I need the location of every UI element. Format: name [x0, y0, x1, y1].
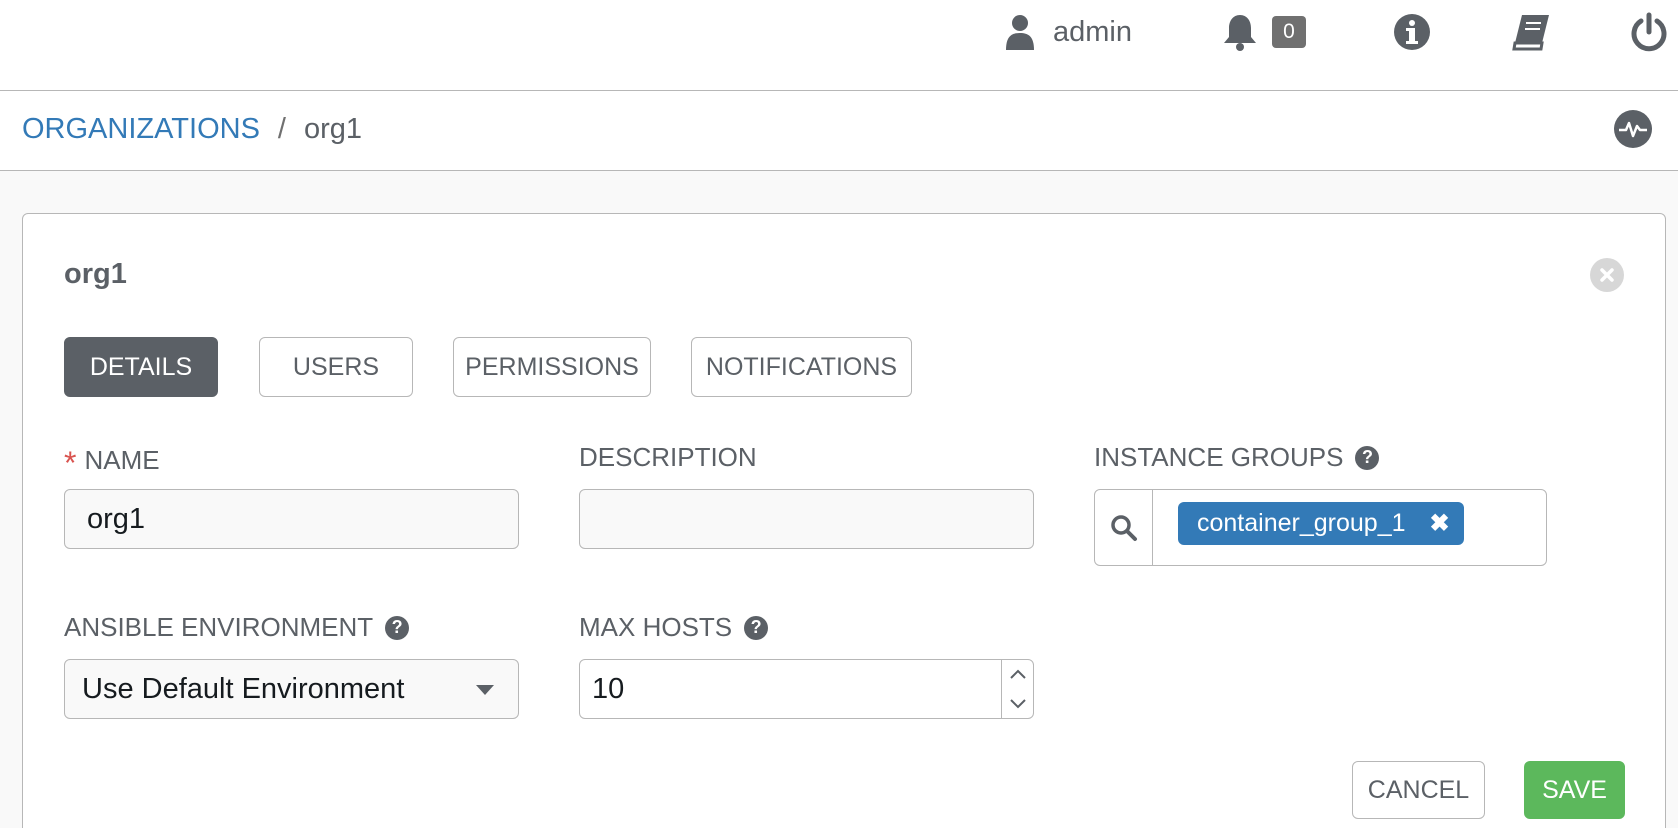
instance-groups-search-button[interactable] [1095, 490, 1153, 565]
breadcrumb-separator: / [277, 113, 286, 145]
max-hosts-help-icon[interactable]: ? [744, 615, 769, 640]
tab-users[interactable]: USERS [259, 337, 413, 397]
user-name: admin [1053, 15, 1132, 48]
ansible-environment-help-icon[interactable]: ? [385, 615, 410, 640]
ansible-environment-select[interactable]: Use Default Environment [64, 659, 519, 719]
panel-title: org1 [64, 258, 127, 290]
chevron-up-icon [1010, 669, 1026, 679]
power-icon [1631, 12, 1667, 52]
breadcrumb: ORGANIZATIONS / org1 [22, 113, 362, 146]
top-navbar: admin 0 [0, 0, 1678, 91]
activity-pulse-icon [1619, 121, 1647, 138]
remove-tag-icon[interactable]: ✖ [1430, 509, 1450, 538]
ansible-environment-value: Use Default Environment [82, 672, 405, 705]
tab-details[interactable]: DETAILS [64, 337, 218, 397]
user-menu[interactable]: admin [1005, 12, 1132, 52]
about-button[interactable] [1393, 12, 1431, 52]
chevron-down-icon [1010, 699, 1026, 709]
organization-form-panel: org1 DETAILS USERS PERMISSIONS NOTIFICAT… [22, 213, 1666, 828]
tab-permissions[interactable]: PERMISSIONS [453, 337, 651, 397]
breadcrumb-bar: ORGANIZATIONS / org1 [0, 91, 1678, 171]
name-label: * NAME [64, 442, 160, 481]
info-icon [1394, 14, 1430, 50]
ansible-environment-label: ANSIBLE ENVIRONMENT ? [64, 612, 410, 643]
description-field[interactable] [579, 489, 1034, 549]
save-button[interactable]: SAVE [1524, 761, 1625, 819]
notifications-button[interactable]: 0 [1220, 12, 1306, 52]
logout-button[interactable] [1630, 12, 1668, 52]
max-hosts-value: 10 [592, 672, 625, 705]
documentation-button[interactable] [1510, 12, 1552, 52]
instance-group-tag-label: container_group_1 [1197, 509, 1406, 537]
instance-groups-help-icon[interactable]: ? [1355, 445, 1380, 470]
max-hosts-field[interactable]: 10 [579, 659, 1034, 719]
search-icon [1110, 514, 1137, 541]
caret-down-icon [476, 685, 494, 695]
max-hosts-label-text: MAX HOSTS [579, 612, 733, 642]
description-label: DESCRIPTION [579, 442, 757, 473]
cancel-button[interactable]: CANCEL [1352, 761, 1485, 819]
name-field[interactable]: org1 [64, 489, 519, 549]
close-panel-button[interactable] [1590, 258, 1624, 292]
book-icon [1512, 15, 1549, 51]
close-icon [1600, 268, 1614, 282]
instance-groups-label: INSTANCE GROUPS ? [1094, 442, 1380, 473]
instance-groups-lookup: container_group_1 ✖ [1094, 489, 1547, 566]
activity-stream-button[interactable] [1614, 110, 1652, 148]
description-label-text: DESCRIPTION [579, 442, 757, 472]
instance-group-tag: container_group_1 ✖ [1178, 502, 1464, 545]
breadcrumb-current: org1 [303, 113, 363, 145]
notification-count-badge: 0 [1272, 16, 1306, 48]
user-icon [1006, 15, 1034, 50]
ansible-environment-label-text: ANSIBLE ENVIRONMENT [64, 612, 374, 642]
instance-groups-label-text: INSTANCE GROUPS [1094, 442, 1344, 472]
name-label-text: NAME [84, 445, 160, 475]
breadcrumb-organizations-link[interactable]: ORGANIZATIONS [22, 113, 260, 146]
bell-icon [1224, 15, 1256, 51]
max-hosts-label: MAX HOSTS ? [579, 612, 769, 643]
tab-notifications[interactable]: NOTIFICATIONS [691, 337, 912, 397]
number-stepper[interactable] [1001, 660, 1033, 718]
required-asterisk: * [64, 445, 77, 481]
